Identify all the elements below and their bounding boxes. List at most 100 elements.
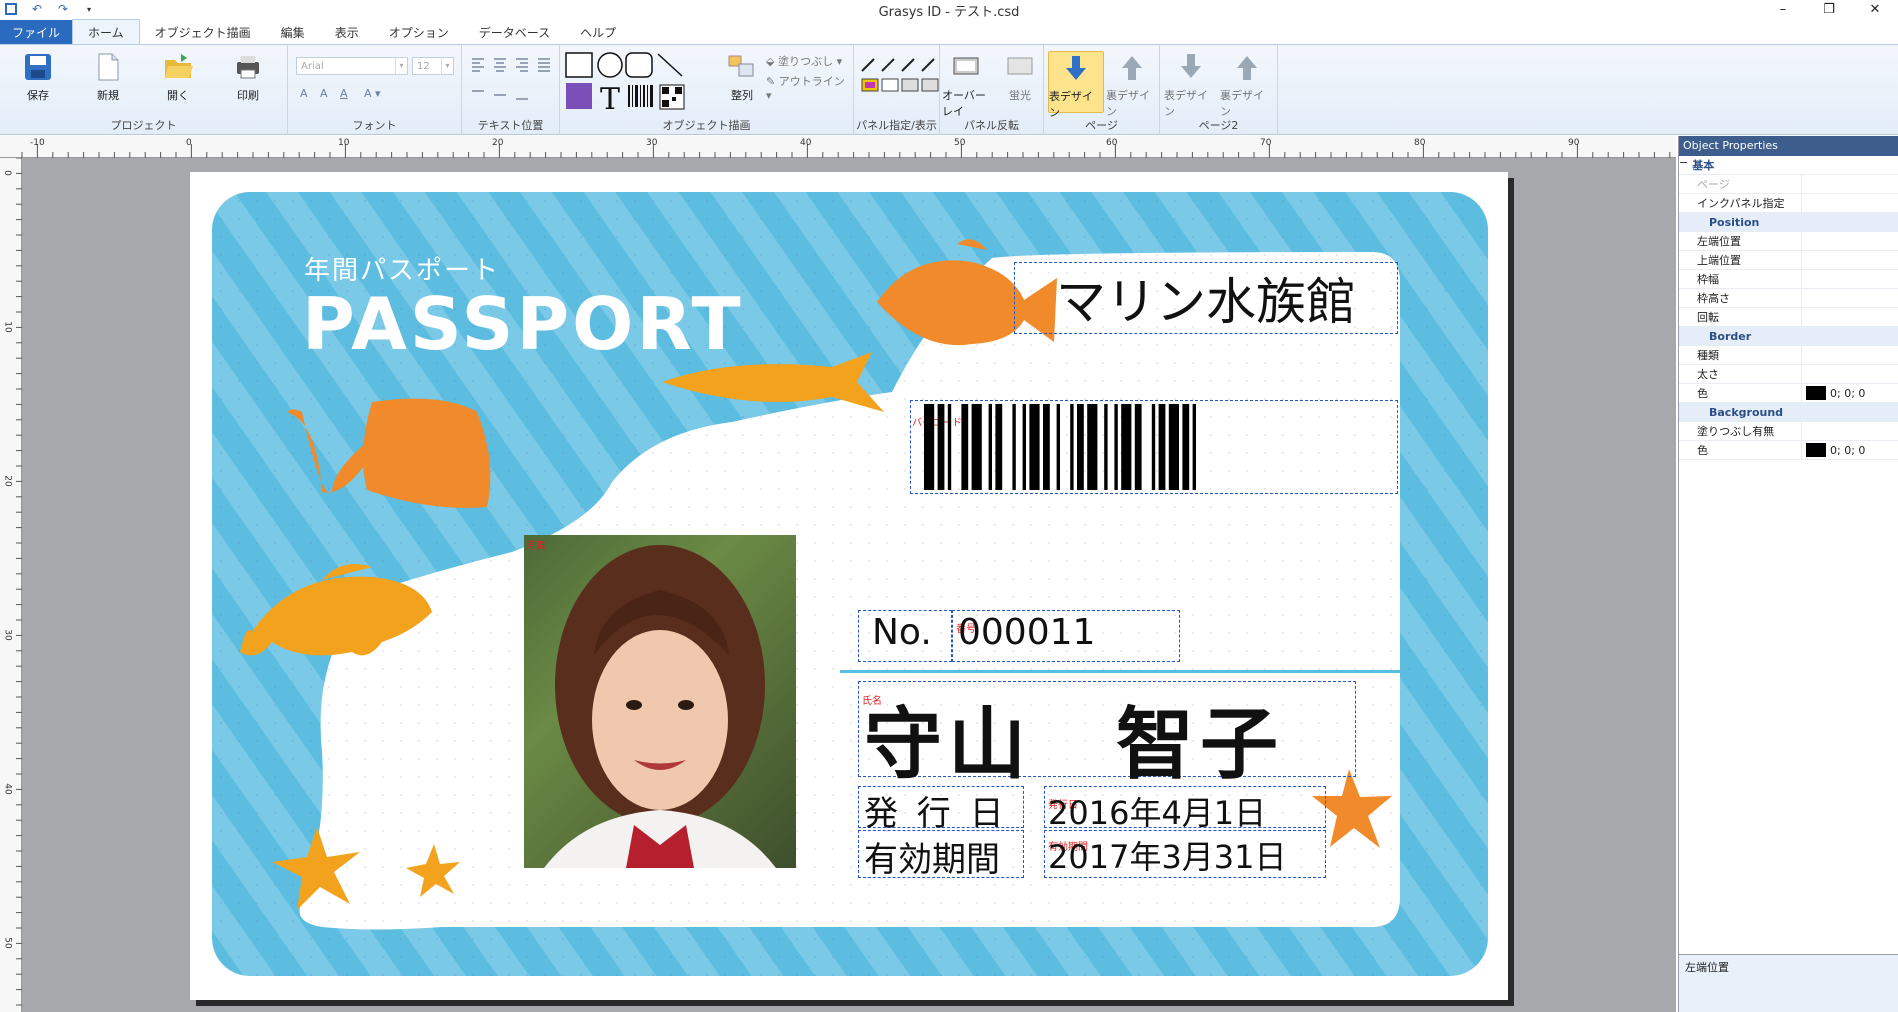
rectangle-tool-icon[interactable] — [565, 52, 593, 78]
vertical-ruler: 0 10 20 30 40 50 — [0, 158, 22, 1012]
property-row[interactable]: 枠高さ — [1679, 289, 1898, 308]
print-button[interactable]: 印刷 — [224, 51, 272, 103]
barcode-tool-icon[interactable] — [628, 85, 653, 107]
close-button[interactable]: ✕ — [1852, 0, 1898, 18]
fluorescent-button[interactable]: 蛍光 — [996, 51, 1044, 103]
font-shrink-icon[interactable]: A — [320, 87, 328, 100]
chevron-down-icon: ▾ — [395, 58, 407, 74]
open-button[interactable]: 開く — [154, 51, 202, 103]
issue-label: 発 行 日 — [864, 794, 1008, 834]
property-key: 上端位置 — [1697, 254, 1741, 267]
ruler-label: 90 — [1568, 138, 1580, 148]
collapse-icon[interactable]: − — [1679, 156, 1688, 174]
text-tool-icon[interactable]: T — [600, 82, 620, 115]
tab-object-draw[interactable]: オブジェクト描画 — [140, 20, 266, 44]
ruler-label: 20 — [492, 138, 504, 148]
panel-tools-icons[interactable] — [860, 55, 940, 95]
new-file-icon — [92, 51, 124, 83]
property-key: 基本 — [1692, 159, 1715, 172]
image-tool-icon[interactable] — [566, 83, 592, 109]
font-size-select[interactable]: 12 ▾ — [412, 57, 454, 75]
group-panel-flip: オーバーレイ 蛍光 パネル反転 — [940, 45, 1044, 135]
property-row[interactable]: 色 0; 0; 0 — [1679, 384, 1898, 403]
color-swatch — [1806, 443, 1826, 457]
rounded-rect-tool-icon[interactable] — [625, 52, 653, 78]
property-value[interactable] — [1801, 422, 1898, 440]
barcode-bar — [1022, 404, 1026, 490]
property-category[interactable]: Background — [1679, 403, 1898, 422]
restore-button[interactable]: ❐ — [1806, 0, 1852, 18]
qrcode-tool-icon[interactable] — [659, 84, 685, 110]
group-label-page2: ページ2 — [1198, 119, 1239, 132]
tab-options[interactable]: オプション — [374, 20, 464, 44]
align-button[interactable]: 整列 — [718, 51, 766, 103]
chevron-down-icon: ▾ — [441, 58, 453, 74]
property-value[interactable] — [1801, 175, 1898, 193]
property-value[interactable] — [1801, 346, 1898, 364]
property-row[interactable]: 塗りつぶし有無 — [1679, 422, 1898, 441]
tab-file[interactable]: ファイル — [0, 20, 73, 44]
tab-home[interactable]: ホーム — [72, 19, 140, 44]
group-label-panel: パネル指定/表示 — [856, 119, 937, 132]
property-row[interactable]: 色 0; 0; 0 — [1679, 441, 1898, 460]
property-row[interactable]: 種類 — [1679, 346, 1898, 365]
property-value[interactable] — [1801, 251, 1898, 269]
object-properties-panel: Object Properties − 基本 ページ インクパネル指定 Positio… — [1678, 136, 1898, 1012]
minimize-button[interactable]: – — [1760, 0, 1806, 18]
tab-edit[interactable]: 編集 — [266, 20, 320, 44]
property-value[interactable] — [1801, 232, 1898, 250]
property-value[interactable] — [1801, 308, 1898, 326]
outline-button[interactable]: ✎ アウトライン ▾ — [766, 73, 853, 102]
property-row[interactable]: 回転 — [1679, 308, 1898, 327]
front-design-button[interactable]: 表デザイン — [1048, 51, 1104, 119]
property-row[interactable]: 太さ — [1679, 365, 1898, 384]
back-design-icon — [1116, 51, 1148, 83]
overlay-icon — [950, 51, 982, 83]
property-row[interactable]: インクパネル指定 — [1679, 194, 1898, 213]
property-category[interactable]: Border — [1679, 327, 1898, 346]
property-value[interactable]: 0; 0; 0 — [1801, 384, 1898, 402]
member-photo[interactable] — [524, 535, 796, 868]
property-key: Background — [1709, 405, 1784, 419]
new-button[interactable]: 新規 — [84, 51, 132, 103]
line-tool-icon[interactable] — [657, 53, 683, 77]
font-family-select[interactable]: Arial ▾ — [296, 57, 408, 75]
property-value[interactable] — [1801, 270, 1898, 288]
ellipse-tool-icon[interactable] — [597, 52, 623, 78]
property-description: 左端位置 — [1679, 954, 1898, 1012]
barcode-bar — [1134, 404, 1142, 490]
fill-button[interactable]: ⬙ 塗りつぶし ▾ — [766, 53, 842, 69]
page2-front-design-button[interactable]: 表デザイン — [1164, 51, 1218, 119]
property-row[interactable]: 左端位置 — [1679, 232, 1898, 251]
property-key: インクパネル指定 — [1697, 197, 1785, 210]
page2-back-design-button[interactable]: 裏デザイン — [1220, 51, 1274, 119]
property-key: 枠高さ — [1697, 292, 1730, 305]
color-swatch — [1806, 386, 1826, 400]
overlay-button[interactable]: オーバーレイ — [942, 51, 990, 119]
property-row[interactable]: 上端位置 — [1679, 251, 1898, 270]
card-title: PASSPORT — [302, 282, 744, 366]
property-row[interactable]: ページ — [1679, 175, 1898, 194]
underline-icon[interactable]: A — [340, 87, 348, 100]
font-color-icon[interactable]: A ▾ — [364, 87, 381, 100]
property-value[interactable] — [1801, 194, 1898, 212]
text-align-icons[interactable] — [470, 57, 554, 103]
tab-database[interactable]: データベース — [464, 20, 565, 44]
property-value[interactable] — [1801, 365, 1898, 383]
font-grow-icon[interactable]: A — [300, 87, 308, 100]
tab-view[interactable]: 表示 — [320, 20, 374, 44]
property-value[interactable] — [1801, 289, 1898, 307]
starfish-decoration — [272, 827, 460, 910]
ruler-label: 40 — [800, 138, 812, 148]
passport-card[interactable]: 年間パスポート PASSPORT マリン水族館 バーコード 写真 No. 番号 … — [212, 192, 1488, 976]
property-category[interactable]: − 基本 — [1679, 156, 1898, 175]
save-button[interactable]: 保存 — [14, 51, 62, 103]
property-category[interactable]: Position — [1679, 213, 1898, 232]
property-value[interactable]: 0; 0; 0 — [1801, 441, 1898, 459]
property-row[interactable]: 枠幅 — [1679, 270, 1898, 289]
properties-header: Object Properties — [1679, 136, 1898, 156]
back-design-button[interactable]: 裏デザイン — [1106, 51, 1158, 119]
group-label-panel-flip: パネル反転 — [964, 119, 1019, 132]
window-title: Grasys ID - テスト.csd — [878, 5, 1020, 20]
tab-help[interactable]: ヘルプ — [565, 20, 631, 44]
